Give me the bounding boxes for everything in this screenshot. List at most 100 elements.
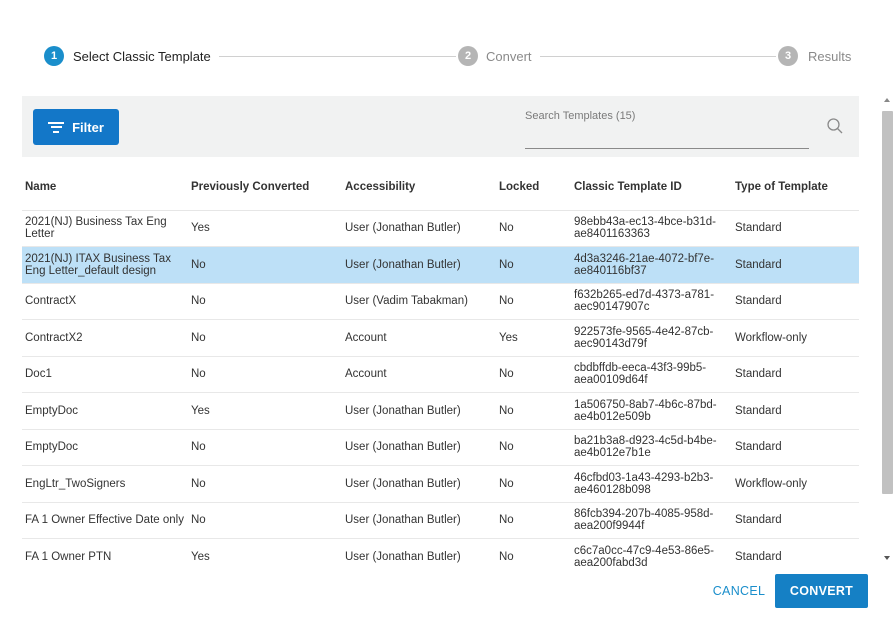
step-results: 3 Results [778,45,851,67]
table-scrollbar[interactable] [880,96,896,568]
cell-locked: No [496,538,571,568]
step-number-3: 3 [778,46,798,66]
cell-locked: No [496,465,571,503]
step-connector [540,56,776,57]
cell-type: Standard [732,356,859,393]
column-header-template-id[interactable]: Classic Template ID [571,165,732,211]
cell-template-id: 86fcb394-207b-4085-958d-aea200f9944f [571,502,732,539]
cell-previously-converted: No [188,319,342,357]
cell-type: Standard [732,538,859,568]
table-row[interactable]: ContractX2 No Account Yes 922573fe-9565-… [22,319,859,357]
column-header-accessibility[interactable]: Accessibility [342,165,496,211]
cell-previously-converted: No [188,502,342,539]
column-header-name[interactable]: Name [22,165,188,211]
cell-template-id: 46cfbd03-1a43-4293-b2b3-ae460128b098 [571,465,732,503]
step-number-2: 2 [458,46,478,66]
search-icon[interactable] [826,117,844,135]
cell-previously-converted: No [188,356,342,393]
cell-accessibility: User (Jonathan Butler) [342,538,496,568]
cell-locked: No [496,502,571,539]
table-row[interactable]: EngLtr_TwoSigners No User (Jonathan Butl… [22,465,859,503]
templates-table: Name Previously Converted Accessibility … [22,165,859,568]
cell-name: EngLtr_TwoSigners [22,465,188,503]
table-row[interactable]: FA 1 Owner PTN Yes User (Jonathan Butler… [22,538,859,568]
cell-template-id: 4d3a3246-21ae-4072-bf7e-ae840116bf37 [571,246,732,284]
cell-type: Standard [732,246,859,284]
step-convert: 2 Convert [458,45,532,67]
cell-template-id: f632b265-ed7d-4373-a781-aec90147907c [571,283,732,320]
cell-template-id: 922573fe-9565-4e42-87cb-aec90143d79f [571,319,732,357]
column-header-previously-converted[interactable]: Previously Converted [188,165,342,211]
cell-type: Standard [732,283,859,320]
cell-previously-converted: No [188,246,342,284]
step-label-results: Results [808,48,852,64]
cell-type: Workflow-only [732,319,859,357]
cell-name: ContractX2 [22,319,188,357]
scroll-up-arrow-icon[interactable] [884,98,890,102]
cell-type: Standard [732,429,859,466]
step-connector [219,56,456,57]
cell-name: 2021(NJ) ITAX Business Tax Eng Letter_de… [22,246,188,284]
cell-name: EmptyDoc [22,429,188,466]
cell-name: ContractX [22,283,188,320]
convert-button[interactable]: CONVERT [775,574,868,608]
cell-name: Doc1 [22,356,188,393]
cell-accessibility: User (Jonathan Butler) [342,465,496,503]
cell-template-id: c6c7a0cc-47c9-4e53-86e5-aea200fabd3d [571,538,732,568]
cell-locked: No [496,392,571,430]
cell-previously-converted: Yes [188,538,342,568]
step-label-convert: Convert [486,48,532,64]
cell-previously-converted: No [188,465,342,503]
table-header-row: Name Previously Converted Accessibility … [22,165,859,211]
column-header-locked[interactable]: Locked [496,165,571,211]
cell-accessibility: User (Jonathan Butler) [342,429,496,466]
table-row[interactable]: EmptyDoc No User (Jonathan Butler) No ba… [22,429,859,466]
stepper: 1 Select Classic Template 2 Convert 3 Re… [44,45,852,67]
cell-template-id: 1a506750-8ab7-4b6c-87bd-ae4b012e509b [571,392,732,430]
search-input[interactable] [525,108,809,150]
table-row[interactable]: EmptyDoc Yes User (Jonathan Butler) No 1… [22,392,859,430]
cell-template-id: 98ebb43a-ec13-4bce-b31d-ae8401163363 [571,210,732,247]
cell-previously-converted: No [188,283,342,320]
step-number-1: 1 [44,46,64,66]
step-select-template: 1 Select Classic Template [44,45,211,67]
cell-accessibility: Account [342,319,496,357]
scroll-down-arrow-icon[interactable] [884,556,890,560]
cell-previously-converted: Yes [188,210,342,247]
filter-button-label: Filter [72,119,104,135]
cell-name: EmptyDoc [22,392,188,430]
templates-table-container: Name Previously Converted Accessibility … [22,165,859,568]
cell-accessibility: User (Vadim Tabakman) [342,283,496,320]
cell-locked: No [496,246,571,284]
table-toolbar: Filter [22,96,859,157]
cancel-button[interactable]: CANCEL [708,576,770,606]
cell-type: Workflow-only [732,465,859,503]
cell-locked: No [496,283,571,320]
cell-accessibility: User (Jonathan Butler) [342,246,496,284]
cell-locked: No [496,356,571,393]
filter-button[interactable]: Filter [33,109,119,145]
cell-previously-converted: No [188,429,342,466]
table-row-selected[interactable]: 2021(NJ) ITAX Business Tax Eng Letter_de… [22,246,859,284]
table-row[interactable]: 2021(NJ) Business Tax Eng Letter Yes Use… [22,210,859,247]
filter-icon [48,121,65,133]
cell-type: Standard [732,392,859,430]
cell-accessibility: User (Jonathan Butler) [342,502,496,539]
cell-locked: No [496,429,571,466]
cell-template-id: ba21b3a8-d923-4c5d-b4be-ae4b012e7b1e [571,429,732,466]
table-row[interactable]: FA 1 Owner Effective Date only No User (… [22,502,859,539]
cell-type: Standard [732,210,859,247]
cell-accessibility: User (Jonathan Butler) [342,210,496,247]
column-header-type[interactable]: Type of Template [732,165,859,211]
cell-type: Standard [732,502,859,539]
table-row[interactable]: ContractX No User (Vadim Tabakman) No f6… [22,283,859,320]
cell-locked: No [496,210,571,247]
search-field [525,106,809,150]
cell-name: 2021(NJ) Business Tax Eng Letter [22,210,188,247]
table-row[interactable]: Doc1 No Account No cbdbffdb-eeca-43f3-99… [22,356,859,393]
cell-previously-converted: Yes [188,392,342,430]
cell-accessibility: Account [342,356,496,393]
cell-name: FA 1 Owner PTN [22,538,188,568]
cell-locked: Yes [496,319,571,357]
scroll-thumb[interactable] [882,111,893,494]
